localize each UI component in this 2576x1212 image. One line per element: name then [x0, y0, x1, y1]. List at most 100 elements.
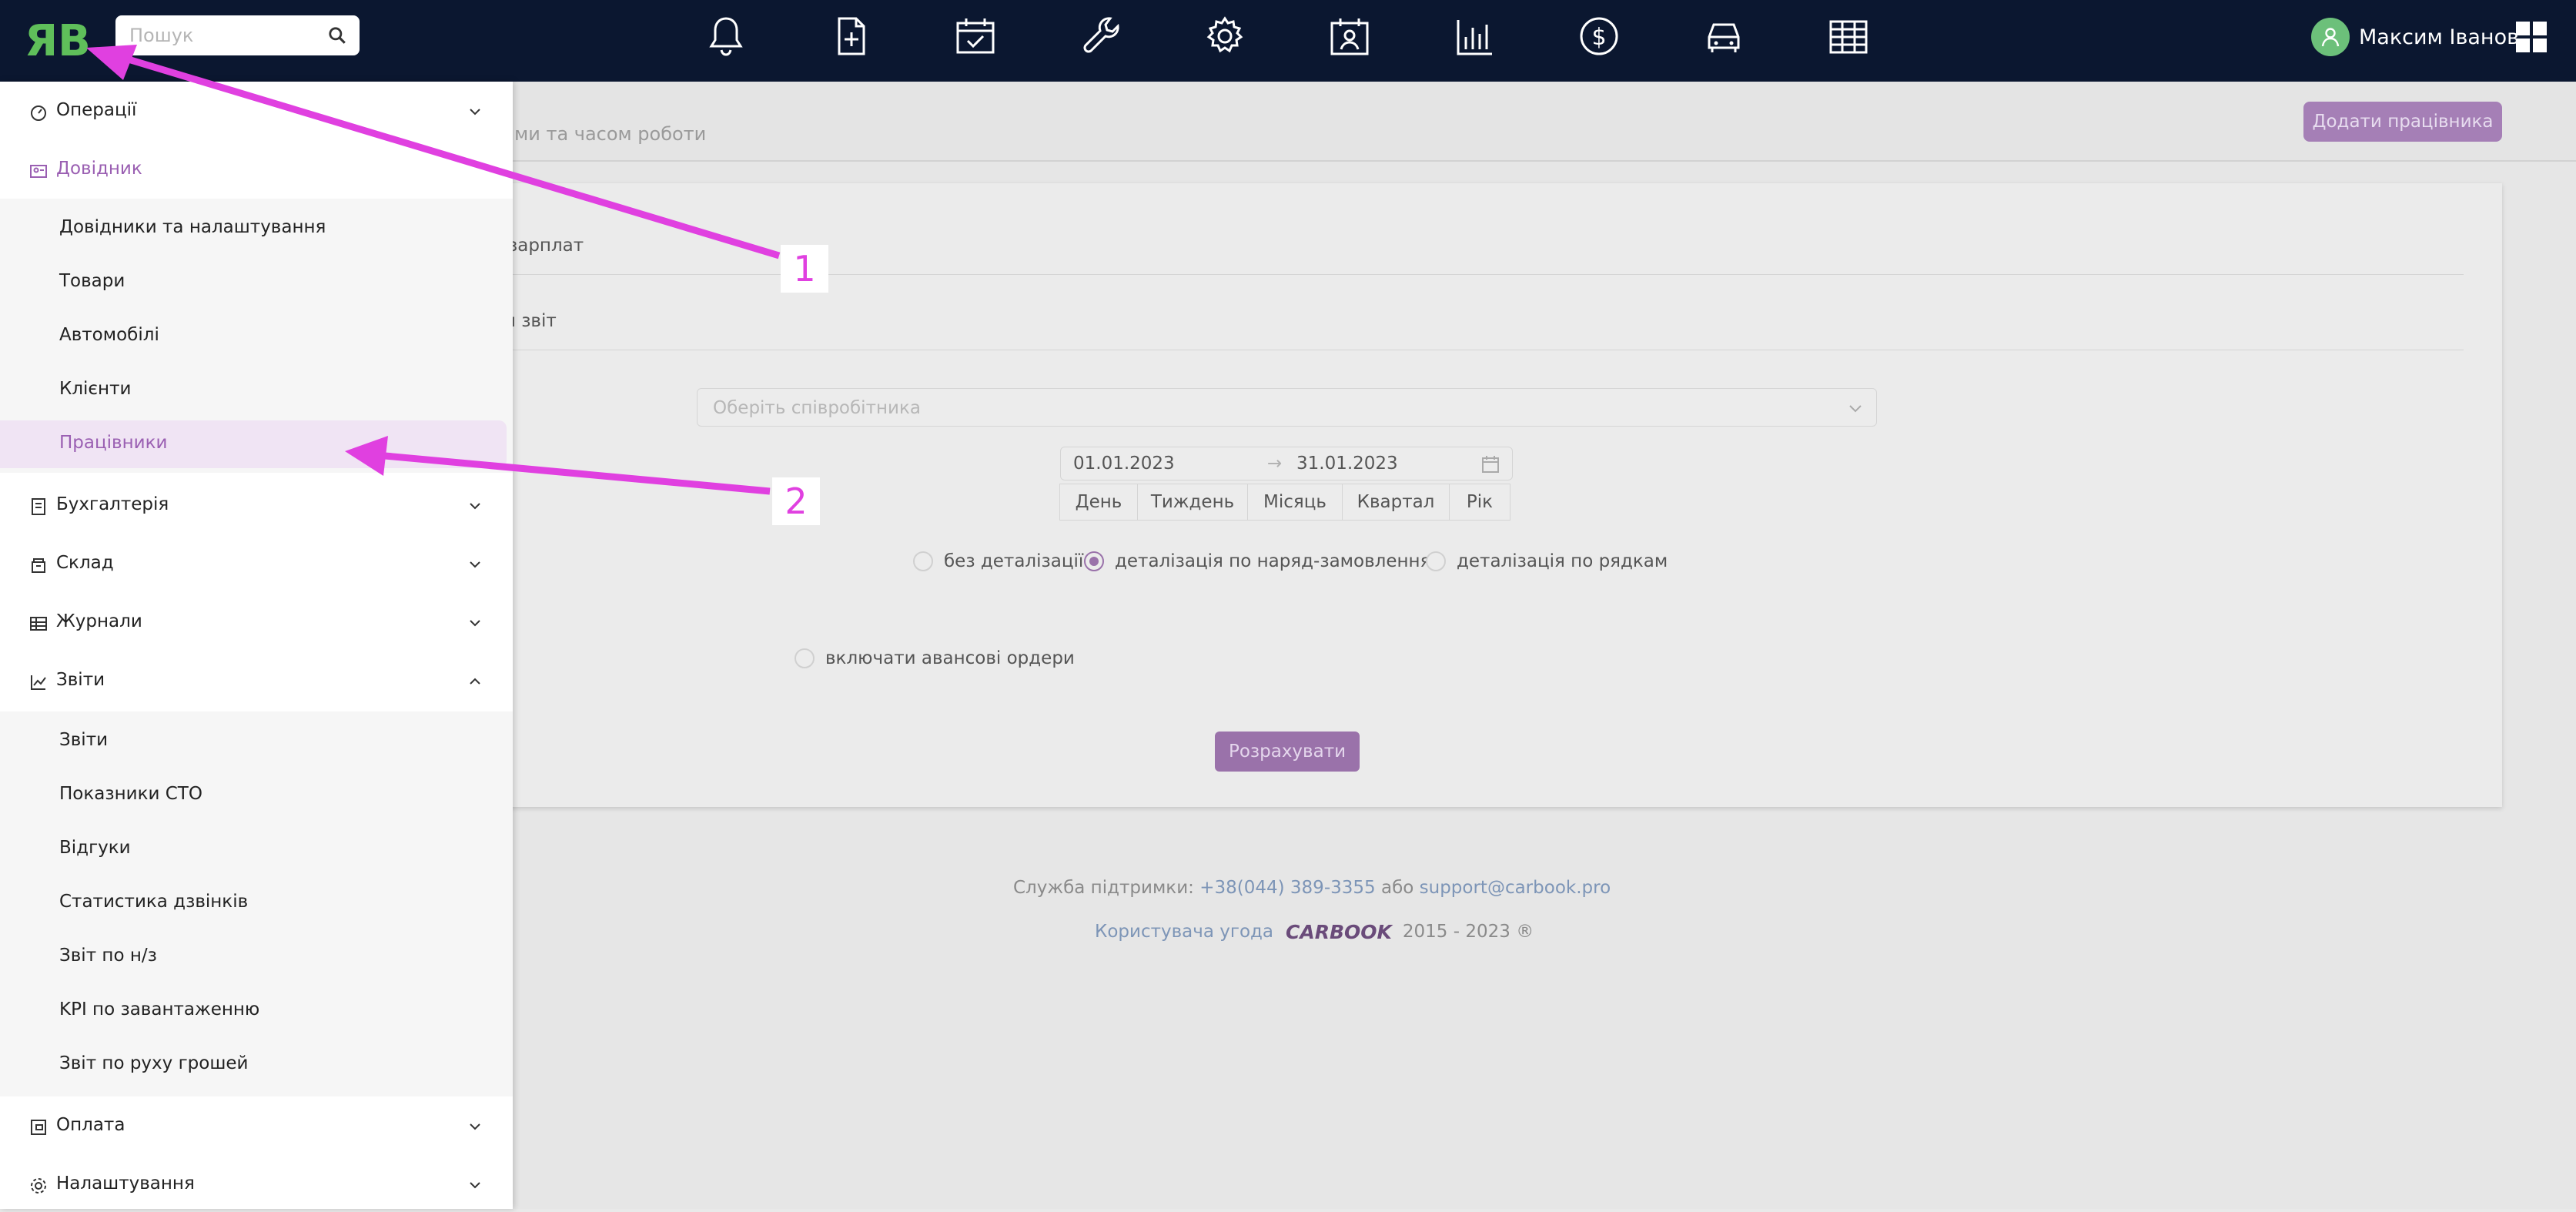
apps-grid-icon[interactable] [2516, 22, 2547, 52]
dashboard-icon [31, 105, 46, 121]
sidebar-subitem-directories-settings[interactable]: Довідники та налаштування [0, 202, 513, 256]
calendar-check-icon[interactable] [955, 14, 996, 59]
sidebar-item-directory[interactable]: Довідник [0, 143, 513, 197]
gear-icon[interactable] [1204, 14, 1246, 59]
payment-icon [31, 1120, 46, 1135]
period-month-button[interactable]: Місяць [1247, 484, 1343, 521]
radio-no-detail[interactable]: без деталізації [913, 551, 1083, 571]
svg-text:ЯB: ЯB [25, 16, 88, 63]
report-row-salary[interactable]: зарплат [508, 236, 584, 256]
date-range-picker[interactable]: 01.01.2023 → 31.01.2023 [1060, 447, 1513, 480]
support-phone-link[interactable]: +38(044) 389-3355 [1199, 878, 1375, 898]
user-agreement-link[interactable]: Користувача угода [1095, 922, 1273, 942]
radio-circle-checked[interactable] [1084, 551, 1104, 571]
sidebar-subitem-reviews[interactable]: Відгуки [0, 822, 513, 876]
journal-table-icon [30, 617, 47, 631]
period-year-button[interactable]: Рік [1449, 484, 1510, 521]
sidebar-subitem-label: Звіт по руху грошей [59, 1053, 249, 1073]
sidebar-item-operations[interactable]: Операції [0, 85, 513, 139]
new-document-icon[interactable] [830, 14, 871, 59]
carbook-logo: CARBOOK [1286, 920, 1392, 943]
period-day-button[interactable]: День [1059, 484, 1138, 521]
sidebar-item-payment[interactable]: Оплата [0, 1100, 513, 1153]
user-name[interactable]: Максим Іванов [2359, 25, 2519, 49]
radio-label: деталізація по рядкам [1457, 551, 1668, 571]
divider [362, 274, 2464, 275]
calendar-person-icon[interactable] [1329, 14, 1370, 59]
sidebar-subitem-label: Статистика дзвінків [59, 892, 249, 912]
app-logo[interactable]: ЯB [25, 15, 91, 66]
car-icon[interactable] [1703, 14, 1745, 59]
sidebar-subitem-employees[interactable]: Працівники [0, 417, 513, 471]
sidebar-subitem-reports[interactable]: Звіти [0, 715, 513, 768]
add-employee-button[interactable]: Додати працівника [2303, 102, 2502, 142]
date-to[interactable]: 31.01.2023 [1296, 454, 1398, 474]
sidebar-menu: Операції Довідник Довідники та налаштува… [0, 82, 513, 1209]
chevron-down-icon [470, 620, 480, 627]
sidebar-subitem-vehicles[interactable]: Автомобілі [0, 310, 513, 363]
sidebar-item-label: Бухгалтерія [56, 494, 169, 514]
sidebar-item-label: Налаштування [56, 1173, 195, 1194]
radio-detail-by-rows[interactable]: деталізація по рядкам [1426, 551, 1668, 571]
search-icon[interactable] [327, 25, 347, 45]
sidebar-subitem-call-statistics[interactable]: Статистика дзвінків [0, 876, 513, 930]
bell-icon[interactable] [705, 14, 747, 59]
dollar-icon[interactable]: $ [1578, 14, 1620, 59]
sidebar-item-journals[interactable]: Журнали [0, 596, 513, 650]
svg-text:$: $ [1591, 24, 1606, 51]
sidebar-item-reports[interactable]: Звіти [0, 655, 513, 708]
calendar-icon [1482, 456, 1499, 473]
sidebar-item-label: Журнали [56, 611, 142, 631]
wrench-icon[interactable] [1079, 14, 1121, 59]
chevron-down-icon [470, 1182, 480, 1189]
support-or: або [1380, 878, 1414, 898]
sidebar-subitem-kpi-load[interactable]: KPI по завантаженню [0, 984, 513, 1038]
search-input[interactable] [115, 15, 316, 55]
chevron-down-icon [1849, 405, 1862, 413]
period-quarter-button[interactable]: Квартал [1342, 484, 1450, 521]
warehouse-icon [32, 558, 45, 573]
sidebar-item-accounting[interactable]: Бухгалтерія [0, 479, 513, 533]
employee-select-placeholder: Оберіть співробітника [713, 398, 921, 418]
chevron-down-icon [470, 503, 480, 510]
radio-label: без деталізації [944, 551, 1084, 571]
sidebar-item-label: Оплата [56, 1115, 125, 1135]
sidebar-subitem-order-report[interactable]: Звіт по н/з [0, 930, 513, 984]
sidebar-subitem-products[interactable]: Товари [0, 256, 513, 310]
sidebar-subitem-label: Показники СТО [59, 784, 202, 804]
bar-chart-icon[interactable] [1454, 14, 1495, 59]
accounting-icon [32, 498, 45, 515]
employee-select[interactable]: Оберіть співробітника [697, 388, 1877, 427]
sidebar-subitem-label: Звіт по н/з [59, 946, 157, 966]
sidebar-item-settings[interactable]: Налаштування [0, 1158, 513, 1212]
date-from[interactable]: 01.01.2023 [1073, 454, 1175, 474]
sidebar-subitem-label: Звіти [59, 730, 109, 750]
sidebar-subitem-cash-flow-report[interactable]: Звіт по руху грошей [0, 1038, 513, 1092]
checkbox-circle[interactable] [795, 648, 815, 668]
copyright-years: 2015 - 2023 ® [1402, 922, 1534, 942]
sidebar-subitem-station-metrics[interactable]: Показники СТО [0, 768, 513, 822]
calculate-button[interactable]: Розрахувати [1215, 732, 1360, 772]
support-email-link[interactable]: support@carbook.pro [1420, 878, 1611, 898]
radio-circle[interactable] [913, 551, 933, 571]
user-icon [2321, 28, 2340, 47]
annotation-callout-1: 1 [781, 245, 828, 293]
chevron-down-icon [470, 1123, 480, 1130]
user-menu[interactable]: Максим Іванов [2311, 17, 2519, 57]
checkbox-label: включати авансові ордери [825, 648, 1075, 668]
sidebar-subitem-clients[interactable]: Клієнти [0, 363, 513, 417]
sidebar-item-label: Склад [56, 553, 114, 573]
footer-copyright: Користувача угода CARBOOK 2015 - 2023 ® [1095, 916, 1534, 947]
table-icon[interactable] [1828, 14, 1869, 59]
include-advance-orders-checkbox[interactable]: включати авансові ордери [795, 648, 1075, 668]
annotation-callout-2: 2 [772, 477, 820, 525]
chevron-down-icon [470, 561, 480, 568]
avatar[interactable] [2311, 18, 2350, 56]
radio-detail-by-orders[interactable]: деталізація по наряд-замовленням [1084, 551, 1444, 571]
period-week-button[interactable]: Тиждень [1137, 484, 1248, 521]
sidebar-item-warehouse[interactable]: Склад [0, 537, 513, 591]
radio-circle[interactable] [1426, 551, 1446, 571]
chevron-down-icon [470, 109, 480, 116]
support-info: Служба підтримки: +38(044) 389-3355 або … [1013, 878, 1611, 898]
sidebar-subitem-label: Товари [59, 271, 125, 291]
